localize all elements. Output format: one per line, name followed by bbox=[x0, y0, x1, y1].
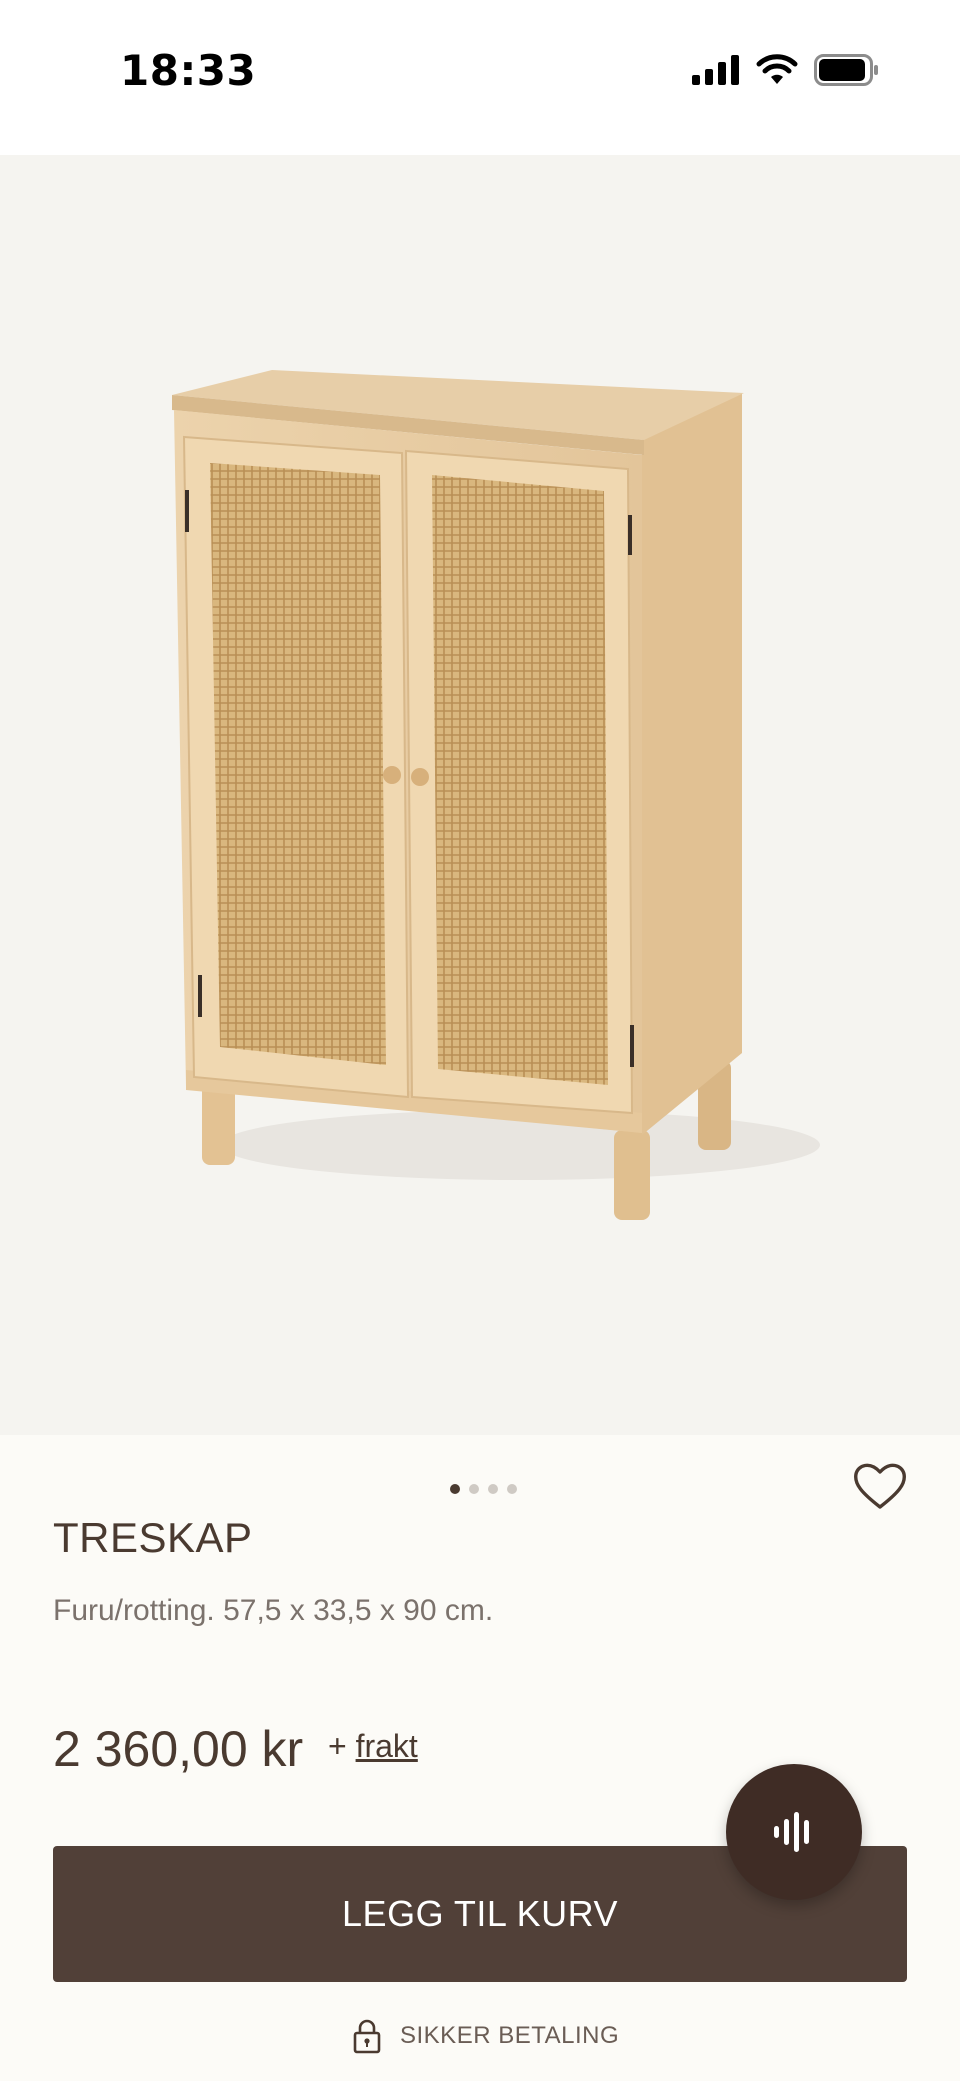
product-price: 2 360,00 kr bbox=[53, 1721, 304, 1777]
gallery-dot[interactable] bbox=[469, 1484, 479, 1494]
voice-wave-icon bbox=[774, 1812, 809, 1852]
status-bar: 18:33 bbox=[0, 0, 960, 155]
product-description: Furu/rotting. 57,5 x 33,5 x 90 cm. bbox=[53, 1594, 494, 1627]
voice-assistant-button[interactable] bbox=[726, 1764, 862, 1900]
gallery-pagination[interactable] bbox=[450, 1484, 517, 1494]
shipping-link[interactable]: frakt bbox=[356, 1728, 418, 1764]
lock-icon bbox=[353, 2019, 381, 2054]
gallery-dot[interactable] bbox=[450, 1484, 460, 1494]
battery-icon bbox=[814, 54, 878, 86]
shipping-info: + frakt bbox=[328, 1728, 418, 1765]
status-icons bbox=[692, 50, 880, 90]
cabinet-illustration bbox=[172, 370, 820, 1220]
gallery-dot[interactable] bbox=[507, 1484, 517, 1494]
wifi-icon bbox=[756, 54, 798, 84]
product-image[interactable] bbox=[0, 155, 960, 1435]
secure-payment: SIKKER BETALING bbox=[352, 2018, 619, 2054]
shipping-prefix: + bbox=[328, 1728, 347, 1764]
gallery-dot[interactable] bbox=[488, 1484, 498, 1494]
secure-payment-label: SIKKER BETALING bbox=[400, 2022, 620, 2049]
heart-icon[interactable] bbox=[852, 1458, 908, 1514]
product-title: TRESKAP bbox=[53, 1514, 253, 1561]
cellular-signal-icon bbox=[692, 55, 739, 85]
status-time: 18:33 bbox=[120, 46, 257, 95]
